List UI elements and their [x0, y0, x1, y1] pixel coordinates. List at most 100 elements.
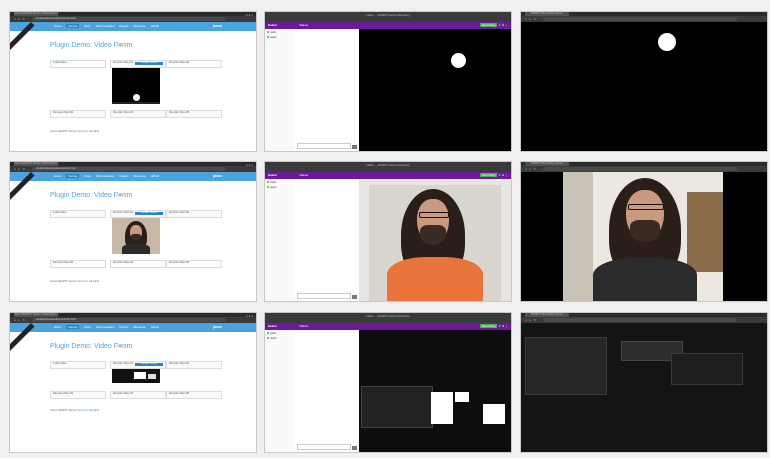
nav-home[interactable]: Home	[54, 325, 61, 329]
nav-demos[interactable]: Demos	[66, 174, 80, 178]
stop-button[interactable]: Stop	[116, 345, 126, 348]
online-dot	[267, 186, 269, 188]
janus-nav: Home Demos Docs Documentation Papers Dis…	[54, 24, 159, 28]
footer-link[interactable]: Meetecho	[77, 409, 88, 412]
nav-buttons[interactable]: ◂ ▸ ↻	[525, 17, 537, 21]
tab-strip: WebRTC Recording Viewer	[521, 162, 767, 166]
browser-tab[interactable]: Janus WebRTC Server: Video Room Demo	[14, 162, 58, 166]
address-bar[interactable]	[543, 17, 737, 21]
nav-docs[interactable]: Docs	[84, 325, 90, 329]
person-shirt	[122, 244, 150, 254]
recording-button[interactable]: Recording	[479, 173, 498, 177]
remote-video-3-panel: Remote Video #3	[50, 110, 106, 118]
footer-link[interactable]: Meetecho	[77, 130, 88, 133]
address-bar[interactable]: localhost/janus/videoroomtest.html	[32, 167, 226, 171]
browser-tab[interactable]: WebRTC Recording Viewer	[525, 313, 569, 317]
nav-docs[interactable]: Docs	[84, 174, 90, 178]
nav-discourse[interactable]: Discourse	[133, 174, 145, 178]
nav-papers[interactable]: Papers	[120, 325, 129, 329]
window-controls[interactable]: ● ● ●	[246, 13, 253, 17]
local-video-panel: Local Video	[50, 60, 106, 68]
browser-tab[interactable]: WebRTC Recording Viewer	[525, 162, 569, 166]
person-beard	[630, 220, 660, 242]
address-bar[interactable]: localhost/janus/videoroomtest.html	[32, 318, 226, 322]
nav-documentation[interactable]: Documentation	[96, 24, 115, 28]
nav-buttons[interactable]: ◂ ▸ ↻	[14, 167, 26, 171]
user-label: user2	[270, 337, 277, 340]
remote-video-panel: Remote Video #1 Publisher: 1234567	[110, 361, 166, 369]
janus-screenshot-1: Janus WebRTC Server: Video Room Demo ◂ ▸…	[10, 12, 256, 151]
nav-discourse[interactable]: Discourse	[133, 24, 145, 28]
app-actions[interactable]: Recording ⇪ ⇲ ⋮	[479, 324, 508, 328]
browser-tab[interactable]: WebRTC Recording Viewer	[525, 12, 569, 16]
recording-button[interactable]: Recording	[479, 324, 498, 328]
white-circle	[451, 53, 466, 68]
nav-buttons[interactable]: ◂ ▸ ↻	[525, 318, 537, 322]
window-title: Hakon — WebRTC Server Recording	[366, 14, 410, 17]
nav-github[interactable]: Github	[151, 174, 159, 178]
send-button[interactable]	[352, 295, 357, 299]
browser-tab[interactable]: Janus WebRTC Server: Video Room Demo	[14, 12, 58, 16]
nav-papers[interactable]: Papers	[120, 24, 129, 28]
nav-github[interactable]: Github	[151, 325, 159, 329]
footer-suffix: all rights	[89, 280, 100, 283]
nav-buttons[interactable]: ◂ ▸ ↻	[14, 318, 26, 322]
janus-screenshot-3: Janus WebRTC Server: Video Room Demo ◂ ▸…	[10, 313, 256, 452]
user-item[interactable]: user2	[265, 34, 295, 39]
person-video	[563, 172, 723, 301]
janus-logo: janus	[213, 325, 222, 329]
nav-documentation[interactable]: Documentation	[96, 325, 115, 329]
page-footer: Janus WebRTC Server Meetecho all rights	[50, 409, 99, 412]
person-shirt	[593, 258, 697, 301]
app-actions[interactable]: Recording ⇪ ⇲ ⋮	[479, 23, 508, 27]
browser-tab[interactable]: Janus WebRTC Server: Video Room Demo	[14, 313, 58, 317]
room-name: Videos	[299, 324, 309, 328]
remote-video-4-label: Remote Video #4	[113, 111, 133, 114]
tab-title: WebRTC Recording Viewer	[531, 12, 563, 15]
recording-button[interactable]: Recording	[479, 23, 498, 27]
address-bar[interactable]	[543, 167, 737, 171]
nav-buttons[interactable]: ◂ ▸ ↻	[14, 17, 26, 21]
nav-papers[interactable]: Papers	[120, 174, 129, 178]
nav-home[interactable]: Home	[54, 174, 61, 178]
nav-documentation[interactable]: Documentation	[96, 174, 115, 178]
chat-column	[295, 179, 360, 301]
remote-video-4-panel: Remote Video #4	[110, 391, 166, 399]
footer-link[interactable]: Meetecho	[77, 280, 88, 283]
nav-demos[interactable]: Demos	[66, 24, 80, 28]
nav-buttons[interactable]: ◂ ▸ ↻	[525, 167, 537, 171]
chat-input[interactable]	[297, 143, 351, 149]
publisher-button[interactable]: Publisher: 1234567	[135, 61, 163, 65]
remote-video-5-label: Remote Video #5	[169, 111, 189, 114]
stop-button[interactable]: Stop	[116, 194, 126, 197]
nav-demos[interactable]: Demos	[66, 325, 80, 329]
tab-title: WebRTC Recording Viewer	[531, 162, 563, 165]
window-controls[interactable]: ● ● ●	[246, 314, 253, 318]
shared-white-window	[431, 392, 453, 424]
app-actions[interactable]: Recording ⇪ ⇲ ⋮	[479, 173, 508, 177]
window-controls[interactable]: ● ● ●	[246, 163, 253, 167]
user-item[interactable]: user2	[265, 184, 295, 189]
stop-button[interactable]: Stop	[116, 44, 126, 47]
person-beard	[420, 225, 446, 245]
address-bar[interactable]: localhost/janus/videoroomtest.html	[32, 17, 226, 21]
white-circle	[133, 94, 140, 101]
janus-logo: janus	[213, 174, 222, 178]
nav-github[interactable]: Github	[151, 24, 159, 28]
person-video	[112, 218, 160, 254]
chat-input[interactable]	[297, 444, 351, 450]
user-item[interactable]: user2	[265, 335, 295, 340]
nav-discourse[interactable]: Discourse	[133, 325, 145, 329]
publisher-button[interactable]: Publisher: 1234567	[135, 211, 163, 215]
remote-video-4-panel: Remote Video #4	[110, 260, 166, 268]
nav-home[interactable]: Home	[54, 24, 61, 28]
nav-docs[interactable]: Docs	[84, 24, 90, 28]
user-label: user2	[270, 36, 277, 39]
chat-input[interactable]	[297, 293, 351, 299]
person-glasses	[628, 204, 664, 210]
send-button[interactable]	[352, 446, 357, 450]
send-button[interactable]	[352, 145, 357, 149]
publisher-button[interactable]: Publisher: 1234567	[135, 362, 163, 366]
video-controls	[112, 102, 160, 104]
address-bar[interactable]	[543, 318, 737, 322]
